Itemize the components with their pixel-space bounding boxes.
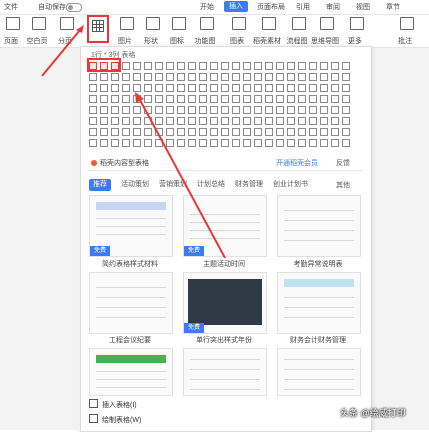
arrowhead-icon <box>76 25 84 33</box>
annotation-arrows <box>41 25 226 259</box>
arrowhead-icon <box>135 92 144 103</box>
arrow-to-grid <box>139 99 226 259</box>
arrow-to-table-button <box>41 29 81 77</box>
watermark: 头条 @绘威打印 <box>340 408 406 418</box>
